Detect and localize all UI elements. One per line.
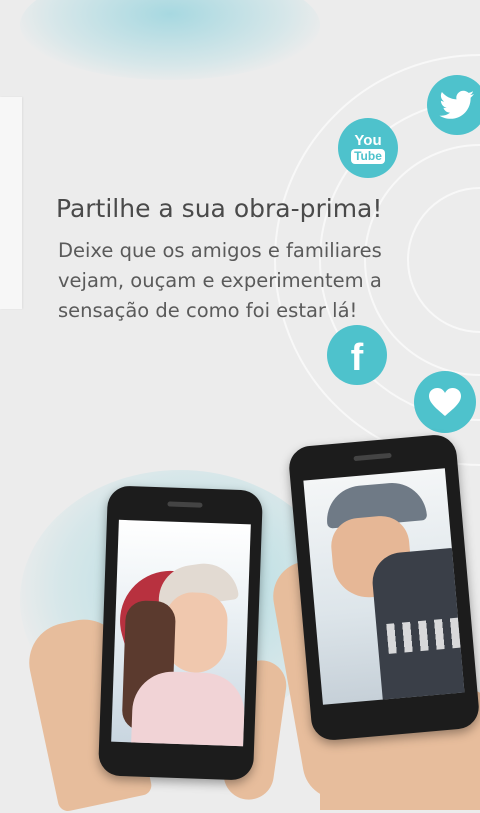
right-phone [287,433,480,742]
twitter-icon [427,75,480,135]
facebook-glyph: f [350,337,364,379]
youtube-label-tube: Tube [351,148,385,164]
youtube-icon: You Tube [338,118,398,178]
twitter-bird-icon [439,90,474,119]
heart-icon [414,371,476,433]
left-phone-screen-photo [111,519,251,747]
onboarding-heading: Partilhe a sua obra-prima! [56,194,383,223]
left-phone [97,485,264,781]
facebook-icon: f [327,325,387,385]
previous-page-edge[interactable] [0,97,22,309]
right-phone-screen-photo [303,468,465,705]
youtube-label-you: You [354,131,382,149]
onboarding-description: Deixe que os amigos e familiares vejam, … [58,239,382,322]
